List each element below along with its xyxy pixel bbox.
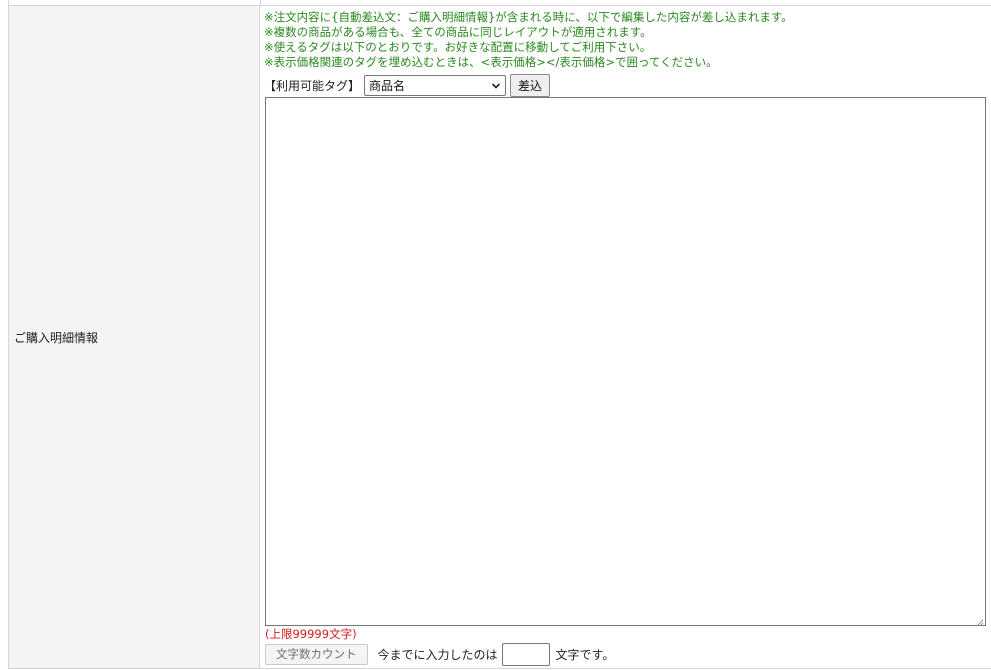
details-template-textarea[interactable]: [265, 97, 986, 627]
tag-select[interactable]: 商品名: [364, 74, 507, 96]
chevron-down-icon: [491, 80, 501, 90]
note-line: ※複数の商品がある場合も、全ての商品に同じレイアウトが適用されます。: [264, 25, 652, 39]
form-frame: ご購入明細情報 ※注文内容に{自動差込文：ご購入明細情報}が含まれる時に、以下で…: [0, 0, 991, 670]
character-count-row: 文字数カウント 今までに入力したのは 文字です。: [265, 642, 614, 666]
character-count-field[interactable]: [501, 642, 550, 666]
tag-select-value: 商品名: [369, 78, 406, 93]
content-cell: ※注文内容に{自動差込文：ご購入明細情報}が含まれる時に、以下で編集した内容が差…: [260, 6, 991, 668]
count-characters-button[interactable]: 文字数カウント: [265, 643, 368, 665]
note-line: ※注文内容に{自動差込文：ご購入明細情報}が含まれる時に、以下で編集した内容が差…: [264, 10, 793, 24]
instruction-notes: ※注文内容に{自動差込文：ご購入明細情報}が含まれる時に、以下で編集した内容が差…: [264, 10, 793, 70]
insert-tag-button[interactable]: 差込: [510, 73, 551, 97]
count-suffix-text: 文字です。: [555, 647, 615, 662]
note-line: ※表示価格関連のタグを埋め込むときは、<表示価格></表示価格>で囲ってください…: [264, 55, 718, 69]
resize-handle-icon[interactable]: [976, 616, 984, 627]
character-limit-note: (上限99999文字): [265, 627, 357, 641]
note-line: ※使えるタグは以下のとおりです。お好きな配置に移動してご利用下さい。: [264, 40, 652, 54]
form-row-purchase-details: ご購入明細情報 ※注文内容に{自動差込文：ご購入明細情報}が含まれる時に、以下で…: [8, 5, 991, 669]
count-prefix-text: 今までに入力したのは: [377, 647, 498, 662]
label-cell: ご購入明細情報: [8, 6, 260, 668]
field-label: ご購入明細情報: [14, 331, 99, 345]
tag-selector-label: 【利用可能タグ】: [264, 78, 361, 93]
tag-selector-row: 【利用可能タグ】 商品名 差込: [264, 73, 551, 97]
